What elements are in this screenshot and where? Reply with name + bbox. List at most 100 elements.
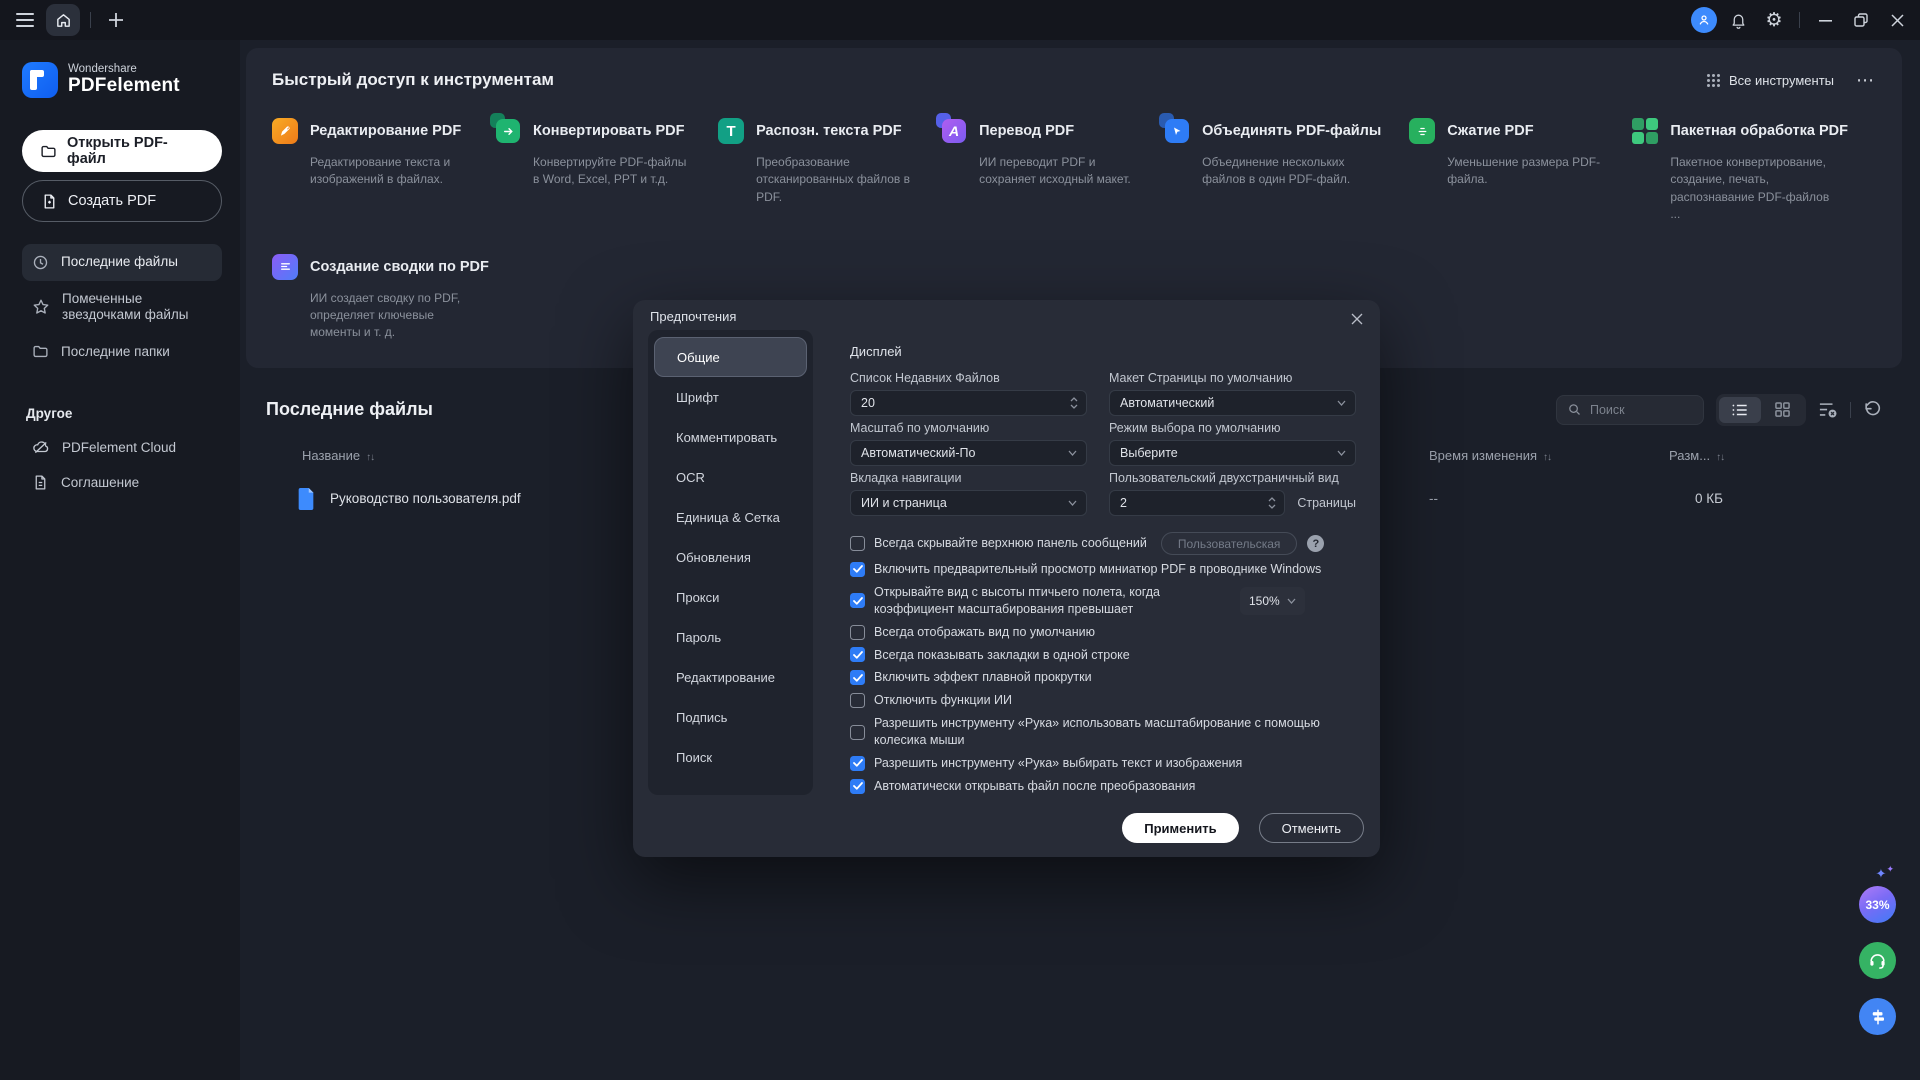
two-page-input[interactable] <box>1120 496 1274 510</box>
ai-tokens-progress-button[interactable]: 33% <box>1859 886 1896 923</box>
guide-button[interactable] <box>1859 998 1896 1035</box>
ocr-pdf-icon: T <box>718 118 744 144</box>
checkbox[interactable] <box>850 593 865 608</box>
preferences-tab-0[interactable]: Общие <box>654 337 807 377</box>
select-value: Выберите <box>1120 446 1178 460</box>
sidebar-item-1[interactable]: Помеченные звездочками файлы <box>22 281 222 333</box>
search-box <box>1556 395 1704 425</box>
tool-title: Создание сводки по PDF <box>310 259 489 275</box>
account-avatar[interactable] <box>1691 7 1717 33</box>
preferences-tab-10[interactable]: Поиск <box>648 737 813 777</box>
tool-desc: Пакетное конвертирование, создание, печа… <box>1670 154 1830 224</box>
tool-translate-pdf[interactable]: AПеревод PDFИИ переводит PDF и сохраняет… <box>941 118 1164 224</box>
help-icon[interactable]: ? <box>1307 535 1324 552</box>
preferences-tab-9[interactable]: Подпись <box>648 697 813 737</box>
checkbox[interactable] <box>850 779 865 794</box>
tool-compress-pdf[interactable]: Сжатие PDFУменьшение размера PDF-файла. <box>1409 118 1632 224</box>
notifications-button[interactable] <box>1723 5 1753 35</box>
all-tools-button[interactable]: Все инструменты <box>1707 73 1834 88</box>
sidebar-item-2[interactable]: Последние папки <box>22 333 222 370</box>
minimize-button[interactable] <box>1810 5 1840 35</box>
field-select-mode: Режим выбора по умолчанию Выберите <box>1109 421 1356 466</box>
preferences-tab-2[interactable]: Комментировать <box>648 417 813 457</box>
preferences-tab-4[interactable]: Единица & Сетка <box>648 497 813 537</box>
more-icon[interactable]: ⋯ <box>1856 75 1876 85</box>
headset-icon <box>1868 951 1887 970</box>
zoom-threshold-select[interactable]: 150% <box>1240 587 1305 615</box>
preferences-tab-6[interactable]: Прокси <box>648 577 813 617</box>
checkbox[interactable] <box>850 756 865 771</box>
home-tab[interactable] <box>46 4 80 36</box>
field-label: Макет Страницы по умолчанию <box>1109 371 1356 385</box>
search-input[interactable] <box>1590 403 1690 417</box>
checkbox[interactable] <box>850 693 865 708</box>
checkbox-row-0: Всегда скрывайте верхнюю панель сообщени… <box>850 532 1364 555</box>
tool-title: Объединять PDF-файлы <box>1202 123 1381 139</box>
checkbox[interactable] <box>850 562 865 577</box>
sidebar-other-item-0[interactable]: PDFelement Cloud <box>22 429 222 465</box>
checkbox[interactable] <box>850 647 865 662</box>
sidebar-other-label: PDFelement Cloud <box>62 440 176 455</box>
view-toggle <box>1716 394 1806 426</box>
field-label: Масштаб по умолчанию <box>850 421 1087 435</box>
tool-title: Сжатие PDF <box>1447 123 1533 139</box>
grid-view-button[interactable] <box>1761 397 1803 423</box>
checkbox-label: Включить предварительный просмотр миниат… <box>874 561 1321 578</box>
sidebar-other-item-1[interactable]: Соглашение <box>22 465 222 500</box>
select-mode-select[interactable]: Выберите <box>1109 440 1356 466</box>
checkbox[interactable] <box>850 670 865 685</box>
file-size: 0 КБ <box>1669 491 1882 506</box>
field-page-layout: Макет Страницы по умолчанию Автоматическ… <box>1109 371 1356 416</box>
close-button[interactable] <box>1882 5 1912 35</box>
column-modified[interactable]: Время изменения↑↓ <box>1429 448 1669 463</box>
recent-list-spinner[interactable] <box>850 390 1087 416</box>
create-pdf-button[interactable]: Создать PDF <box>22 180 222 222</box>
preferences-tab-5[interactable]: Обновления <box>648 537 813 577</box>
sidebar-item-0[interactable]: Последние файлы <box>22 244 222 281</box>
new-tab-button[interactable] <box>101 5 131 35</box>
nav-tab-select[interactable]: ИИ и страница <box>850 490 1087 516</box>
custom-button[interactable]: Пользовательская <box>1161 532 1298 555</box>
checkbox[interactable] <box>850 536 865 551</box>
spinner-icons[interactable] <box>1070 397 1078 409</box>
tool-edit-pdf[interactable]: Редактирование PDFРедактирование текста … <box>272 118 495 224</box>
dialog-close-icon[interactable] <box>1344 306 1370 332</box>
list-view-button[interactable] <box>1719 397 1761 423</box>
clear-list-button[interactable] <box>1818 401 1838 419</box>
spinner-icons[interactable] <box>1268 497 1276 509</box>
checkbox-row-4: Всегда показывать закладки в одной строк… <box>850 647 1364 664</box>
search-icon <box>1567 402 1582 417</box>
file-plus-icon <box>41 193 58 210</box>
grid-dots-icon <box>1707 74 1720 87</box>
preferences-tab-3[interactable]: OCR <box>648 457 813 497</box>
zoom-default-select[interactable]: Автоматический-По <box>850 440 1087 466</box>
tool-convert-pdf[interactable]: Конвертировать PDFКонвертируйте PDF-файл… <box>495 118 718 224</box>
tool-ocr-pdf[interactable]: TРаспозн. текста PDFПреобразование отска… <box>718 118 941 224</box>
checkbox-label: Всегда показывать закладки в одной строк… <box>874 647 1130 664</box>
tool-batch-pdf[interactable]: Пакетная обработка PDFПакетное конвертир… <box>1632 118 1876 224</box>
apply-button[interactable]: Применить <box>1122 813 1238 843</box>
open-pdf-button[interactable]: Открыть PDF-файл <box>22 130 222 172</box>
two-page-spinner[interactable] <box>1109 490 1285 516</box>
preferences-tab-7[interactable]: Пароль <box>648 617 813 657</box>
refresh-button[interactable] <box>1863 400 1882 419</box>
cancel-button[interactable]: Отменить <box>1259 813 1364 843</box>
hamburger-menu-icon[interactable] <box>10 5 40 35</box>
checkbox[interactable] <box>850 725 865 740</box>
page-layout-select[interactable]: Автоматический <box>1109 390 1356 416</box>
pdfelement-logo-icon <box>22 62 58 98</box>
sidebar-item-label: Последние папки <box>61 344 170 360</box>
column-size[interactable]: Разм...↑↓ <box>1669 448 1882 463</box>
pdf-file-icon <box>296 488 316 510</box>
preferences-tab-1[interactable]: Шрифт <box>648 377 813 417</box>
restore-button[interactable] <box>1846 5 1876 35</box>
tool-summary-pdf[interactable]: Создание сводки по PDFИИ создает сводку … <box>272 254 517 342</box>
recent-list-input[interactable] <box>861 396 1076 410</box>
checkbox[interactable] <box>850 625 865 640</box>
brand-top: Wondershare <box>68 63 180 75</box>
settings-button[interactable]: ⚙ <box>1759 5 1789 35</box>
support-button[interactable] <box>1859 942 1896 979</box>
list-view-icon <box>1732 403 1748 417</box>
preferences-tab-8[interactable]: Редактирование <box>648 657 813 697</box>
tool-combine-pdf[interactable]: Объединять PDF-файлыОбъединение нескольк… <box>1164 118 1409 224</box>
